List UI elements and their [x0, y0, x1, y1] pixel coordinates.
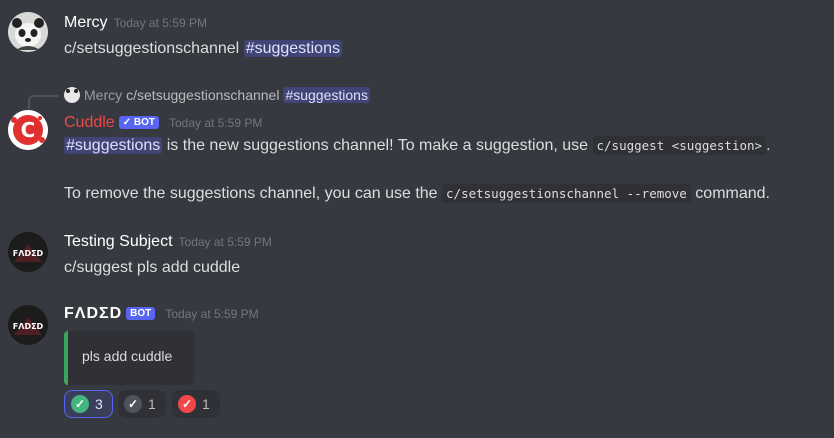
- message-text: c/suggest pls add cuddle: [64, 259, 241, 276]
- reaction-count: 1: [202, 396, 210, 412]
- bot-badge: BOT: [126, 307, 156, 320]
- author-cuddle[interactable]: Cuddle: [64, 114, 115, 131]
- reply-text: c/setsuggestionschannel: [126, 87, 280, 103]
- message-text: command.: [690, 185, 770, 202]
- message-text: is the new suggestions channel! To make …: [162, 137, 593, 154]
- svg-text:FΛDΣD: FΛDΣD: [13, 322, 44, 331]
- faded-logo-icon: FΛDΣD: [8, 232, 48, 272]
- cuddle-logo-icon: C: [8, 110, 48, 150]
- reply-mention[interactable]: #suggestions: [283, 87, 370, 103]
- reply-connector: [28, 95, 58, 109]
- author-line: Testing Subject Today at 5:59 PM: [64, 233, 272, 251]
- reply-avatar-icon: [64, 87, 80, 103]
- message-content: c/suggest pls add cuddle: [64, 259, 240, 277]
- grey-check-icon: ✓: [124, 395, 142, 413]
- red-check-icon: ✓: [178, 395, 196, 413]
- green-check-icon: ✓: [71, 395, 89, 413]
- command-text: c/setsuggestionschannel: [64, 40, 240, 57]
- message-content: c/setsuggestionschannel #suggestions: [64, 40, 342, 58]
- author-testing-subject[interactable]: Testing Subject: [64, 233, 173, 250]
- channel-mention[interactable]: #suggestions: [243, 40, 342, 57]
- bot-badge: ✓ BOT: [118, 116, 159, 129]
- author-faded[interactable]: FΛDΣD: [64, 305, 122, 322]
- message-line-2: To remove the suggestions channel, you c…: [64, 184, 770, 203]
- reaction-count: 1: [148, 396, 156, 412]
- author-line: FΛDΣD BOT Today at 5:59 PM: [64, 305, 259, 323]
- avatar-mercy[interactable]: [8, 12, 48, 52]
- channel-mention[interactable]: #suggestions: [64, 137, 163, 154]
- svg-text:C: C: [21, 118, 36, 142]
- reaction-count: 3: [95, 396, 103, 412]
- timestamp: Today at 5:59 PM: [168, 116, 263, 130]
- inline-code: c/setsuggestionschannel --remove: [442, 184, 691, 203]
- avatar-testing-subject[interactable]: FΛDΣD: [8, 232, 48, 272]
- inline-code: c/suggest <suggestion>: [592, 136, 767, 155]
- author-line: Cuddle ✓ BOT Today at 5:59 PM: [64, 114, 262, 132]
- avatar-cuddle[interactable]: C: [8, 110, 48, 150]
- timestamp: Today at 5:59 PM: [165, 307, 259, 321]
- message-text: .: [766, 137, 771, 154]
- svg-text:FΛDΣD: FΛDΣD: [13, 249, 44, 258]
- reply-preview[interactable]: Mercy c/setsuggestionschannel #suggestio…: [64, 87, 370, 103]
- timestamp: Today at 5:59 PM: [178, 235, 272, 249]
- reply-author[interactable]: Mercy: [84, 87, 122, 103]
- faded-logo-icon: FΛDΣD: [8, 305, 48, 345]
- reaction-grey-check[interactable]: ✓ 1: [118, 390, 166, 418]
- reaction-green-check[interactable]: ✓ 3: [64, 390, 113, 418]
- author-mercy[interactable]: Mercy: [64, 14, 108, 31]
- message-line-1: #suggestions is the new suggestions chan…: [64, 136, 771, 155]
- panda-avatar-icon: [8, 12, 48, 52]
- reaction-red-check[interactable]: ✓ 1: [172, 390, 220, 418]
- message-text: To remove the suggestions channel, you c…: [64, 185, 443, 202]
- embed: pls add cuddle: [64, 331, 194, 385]
- timestamp: Today at 5:59 PM: [113, 16, 207, 30]
- avatar-faded[interactable]: FΛDΣD: [8, 305, 48, 345]
- embed-description: pls add cuddle: [82, 348, 173, 364]
- author-name[interactable]: Mercy Today at 5:59 PM: [64, 14, 207, 32]
